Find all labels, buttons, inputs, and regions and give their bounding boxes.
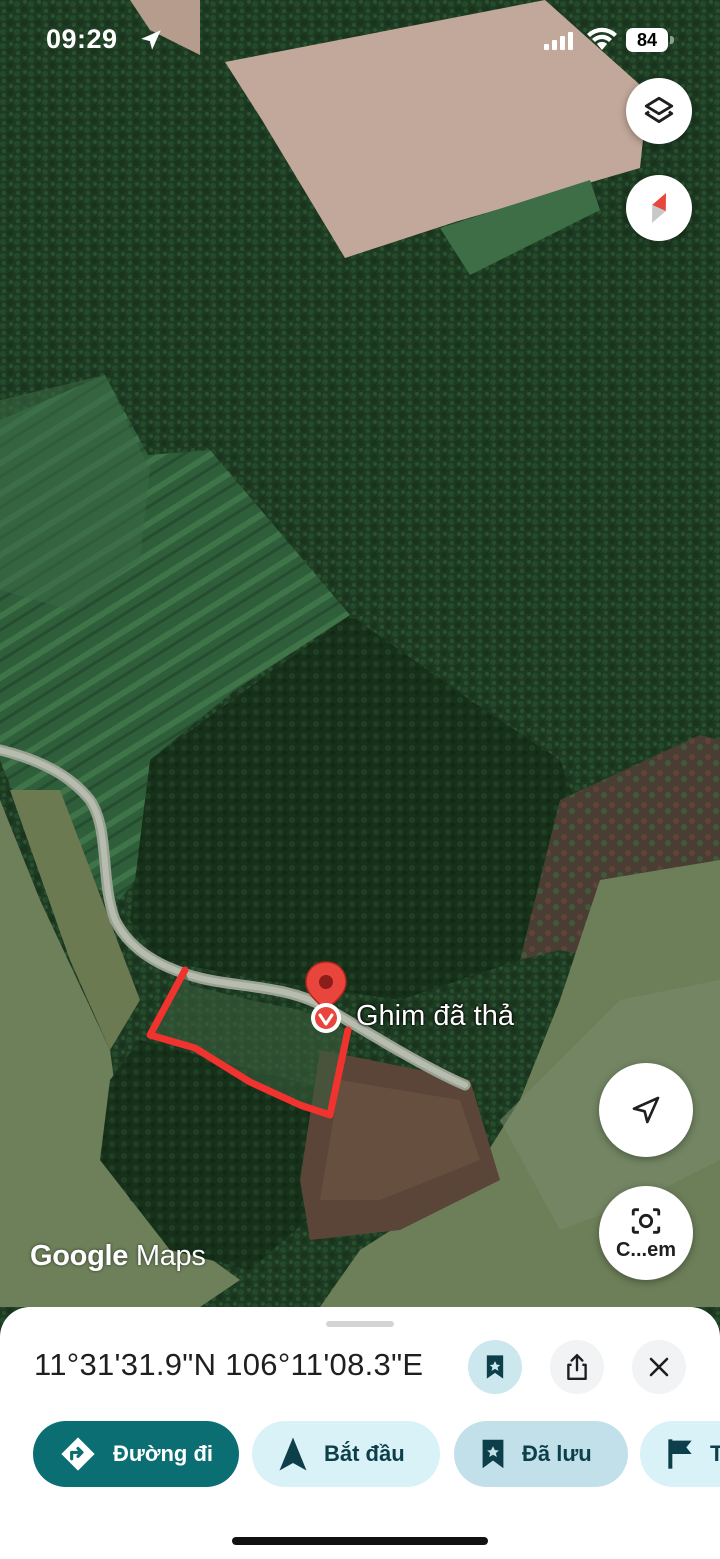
my-location-button[interactable]: [599, 1063, 693, 1157]
google-maps-watermark: Google Maps: [30, 1240, 206, 1273]
layers-icon: [644, 96, 674, 124]
share-icon: [567, 1353, 587, 1381]
compass-button[interactable]: [626, 175, 692, 241]
cellular-signal-icon: [544, 32, 573, 50]
flag-icon: [668, 1439, 692, 1469]
saved-bookmark-icon: [482, 1439, 504, 1469]
coordinates-title: 11°31'31.9"N 106°11'08.3"E: [34, 1347, 424, 1382]
start-button[interactable]: Bắt đầu: [252, 1421, 440, 1487]
lens-camera-button[interactable]: C...em: [599, 1186, 693, 1280]
directions-button[interactable]: Đường đi: [33, 1421, 239, 1487]
home-indicator[interactable]: [232, 1537, 488, 1545]
lens-button-label: C...em: [615, 1238, 677, 1261]
navigation-start-icon: [279, 1437, 307, 1471]
compass-icon: [652, 193, 666, 223]
status-time: 09:29: [46, 24, 118, 54]
status-bar: 09:29 84: [0, 0, 720, 80]
place-bottom-sheet[interactable]: 11°31'31.9"N 106°11'08.3"E Đường đi Bắt …: [0, 1307, 720, 1559]
saved-button[interactable]: Đã lưu: [454, 1421, 628, 1487]
sheet-drag-handle[interactable]: [326, 1321, 394, 1327]
bookmark-icon: [486, 1355, 504, 1379]
navigation-arrow-icon: [632, 1096, 660, 1124]
battery-tip: [670, 36, 674, 44]
battery-indicator: 84: [626, 28, 674, 52]
start-label: Bắt đầu: [324, 1441, 405, 1466]
layers-button[interactable]: [626, 78, 692, 144]
camera-lens-icon: [631, 1207, 661, 1234]
battery-level: 84: [626, 28, 668, 52]
label-button-text: T: [710, 1441, 720, 1466]
directions-label: Đường đi: [113, 1441, 213, 1466]
close-icon: [649, 1357, 669, 1377]
close-button[interactable]: [632, 1340, 686, 1394]
watermark-google: Google: [30, 1240, 129, 1272]
pin-label[interactable]: Ghim đã thả: [356, 1000, 514, 1033]
maps-screen: 09:29 84 Google Maps Ghim đã thả C...em …: [0, 0, 720, 1559]
directions-icon: [61, 1437, 95, 1471]
saved-label: Đã lưu: [522, 1441, 592, 1466]
location-services-icon: [141, 30, 161, 50]
share-button[interactable]: [550, 1340, 604, 1394]
save-bookmark-button[interactable]: [468, 1340, 522, 1394]
watermark-maps: Maps: [135, 1240, 206, 1272]
wifi-icon: [587, 27, 617, 50]
label-button[interactable]: T: [640, 1421, 720, 1487]
dropped-pin-marker[interactable]: [300, 960, 352, 1038]
